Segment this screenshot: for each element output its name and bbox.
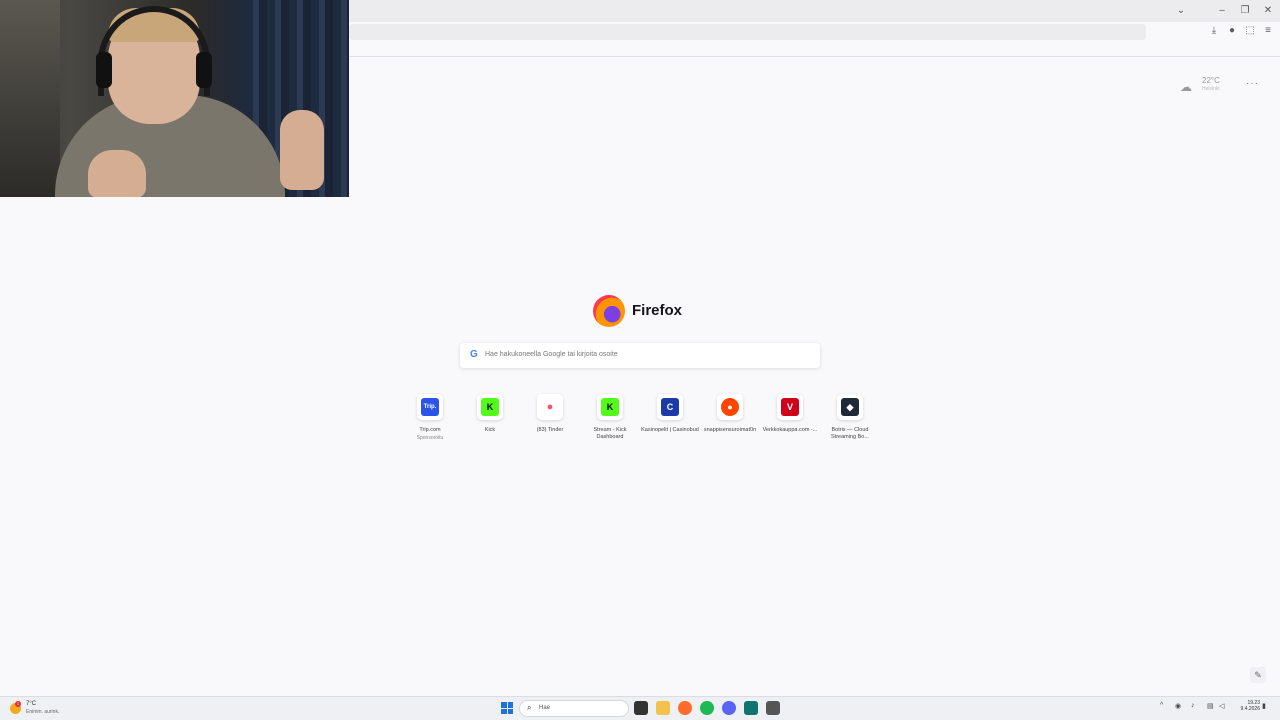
- close-button[interactable]: ✕: [1261, 4, 1275, 18]
- tinder-flame-icon: ●: [537, 394, 563, 420]
- microphone-icon[interactable]: ♪: [1191, 702, 1195, 709]
- taskbar-search-placeholder: Hae: [539, 705, 551, 711]
- brand-wordmark: Firefox: [632, 302, 683, 319]
- clock-date: 9.4.2026: [1240, 706, 1260, 712]
- shortcut-label: (83) Tinder: [536, 427, 564, 433]
- spotify-icon[interactable]: [700, 701, 714, 715]
- taskbar: 1 7°C Enimm. aurink. ⌕ Hae ^ ◉ ♪ ▤ ◁ 19.…: [0, 696, 1280, 720]
- headphone-cup-right: [196, 52, 212, 88]
- person-hand-right: [280, 110, 324, 190]
- kick-logo-icon: K: [477, 394, 503, 420]
- system-clock[interactable]: 19.23 9.4.2026: [1236, 700, 1260, 712]
- task-view-icon[interactable]: [634, 701, 648, 715]
- shortcut-tile-tinder[interactable]: ● (83) Tinder: [520, 392, 580, 448]
- app-icon[interactable]: [744, 701, 758, 715]
- trip-logo-icon: Trip.: [417, 394, 443, 420]
- shortcut-label: Stream - Kick Dashboard: [593, 427, 627, 440]
- pencil-icon[interactable]: ✎: [1250, 667, 1266, 683]
- chevron-up-icon[interactable]: ^: [1160, 702, 1163, 709]
- kick-logo-icon: K: [597, 394, 623, 420]
- shortcut-label: Kick: [484, 427, 496, 433]
- settings-app-icon[interactable]: [766, 701, 780, 715]
- extensions-icon[interactable]: ⬚: [1244, 25, 1256, 37]
- headphone-cup-left: [96, 52, 112, 88]
- shortcut-label: snappisensuroimat0n: [703, 427, 757, 433]
- weather-temperature: 22°C: [1202, 76, 1220, 85]
- person-hand-left: [88, 150, 146, 197]
- search-input[interactable]: G Hae hakukoneella Google tai kirjoita o…: [460, 343, 820, 368]
- shortcut-label: Verkkokauppa.com -...: [762, 427, 818, 433]
- taskbar-weather-condition: Enimm. aurink.: [26, 709, 60, 715]
- taskbar-search-input[interactable]: ⌕ Hae: [519, 700, 629, 717]
- weather-widget[interactable]: ☁ 22°C Helsinki: [1180, 76, 1230, 96]
- volume-icon[interactable]: ◁: [1219, 702, 1224, 710]
- shortcut-label: Trip.com: [419, 427, 441, 433]
- shortcut-tile-kick-dashboard[interactable]: K Stream - Kick Dashboard: [580, 392, 640, 448]
- shortcut-tiles: Trip. Trip.com Sponsoroitu K Kick ● (83)…: [400, 392, 880, 452]
- shortcut-tile-kick[interactable]: K Kick: [460, 392, 520, 448]
- url-bar[interactable]: [349, 24, 1146, 40]
- cloud-icon: ☁: [1180, 80, 1192, 94]
- shortcut-label: Kasinopelit | Casinobud: [641, 427, 699, 433]
- shortcut-tile-casinobud[interactable]: C Kasinopelit | Casinobud: [640, 392, 700, 448]
- webcam-overlay: [0, 0, 349, 197]
- tray-app-icon[interactable]: ◉: [1175, 702, 1181, 710]
- reddit-logo-icon: ●: [717, 394, 743, 420]
- menu-icon[interactable]: ≡: [1262, 25, 1274, 37]
- weather-city: Helsinki: [1202, 86, 1220, 92]
- shortcut-tile-reddit[interactable]: ● snappisensuroimat0n: [700, 392, 760, 448]
- search-placeholder: Hae hakukoneella Google tai kirjoita oso…: [485, 351, 618, 358]
- download-icon[interactable]: ⤓: [1208, 25, 1220, 37]
- shortcut-tile-verkkokauppa[interactable]: V Verkkokauppa.com -...: [760, 392, 820, 448]
- verkkokauppa-logo-icon: V: [777, 394, 803, 420]
- firefox-logo-icon: [593, 295, 625, 327]
- shortcut-tile-botrix[interactable]: ◆ Botrix — Cloud Streaming Bo...: [820, 392, 880, 448]
- search-icon: ⌕: [527, 703, 532, 712]
- network-icon[interactable]: ▤: [1207, 702, 1214, 710]
- minimize-button[interactable]: –: [1215, 4, 1229, 18]
- account-icon[interactable]: ●: [1226, 25, 1238, 37]
- shortcut-label: Botrix — Cloud Streaming Bo...: [831, 427, 869, 440]
- webcam-background-wall: [0, 0, 60, 197]
- tab-list-button[interactable]: ⌄: [1174, 4, 1188, 18]
- botrix-logo-icon: ◆: [837, 394, 863, 420]
- sponsored-label: Sponsoroitu: [416, 435, 444, 441]
- discord-icon[interactable]: [722, 701, 736, 715]
- restore-button[interactable]: ❐: [1238, 4, 1252, 18]
- firefox-taskbar-icon[interactable]: [678, 701, 692, 715]
- notification-badge: 1: [15, 701, 21, 707]
- google-icon: G: [470, 349, 478, 360]
- file-explorer-icon[interactable]: [656, 701, 670, 715]
- casinobud-logo-icon: C: [657, 394, 683, 420]
- taskbar-temperature: 7°C: [26, 701, 37, 707]
- more-options-icon[interactable]: ···: [1246, 78, 1259, 89]
- taskbar-weather-widget[interactable]: 1 7°C Enimm. aurink.: [10, 701, 80, 717]
- windows-start-icon[interactable]: [501, 702, 513, 714]
- shortcut-tile-trip[interactable]: Trip. Trip.com Sponsoroitu: [400, 392, 460, 448]
- notification-bell-icon[interactable]: ▮: [1262, 702, 1266, 710]
